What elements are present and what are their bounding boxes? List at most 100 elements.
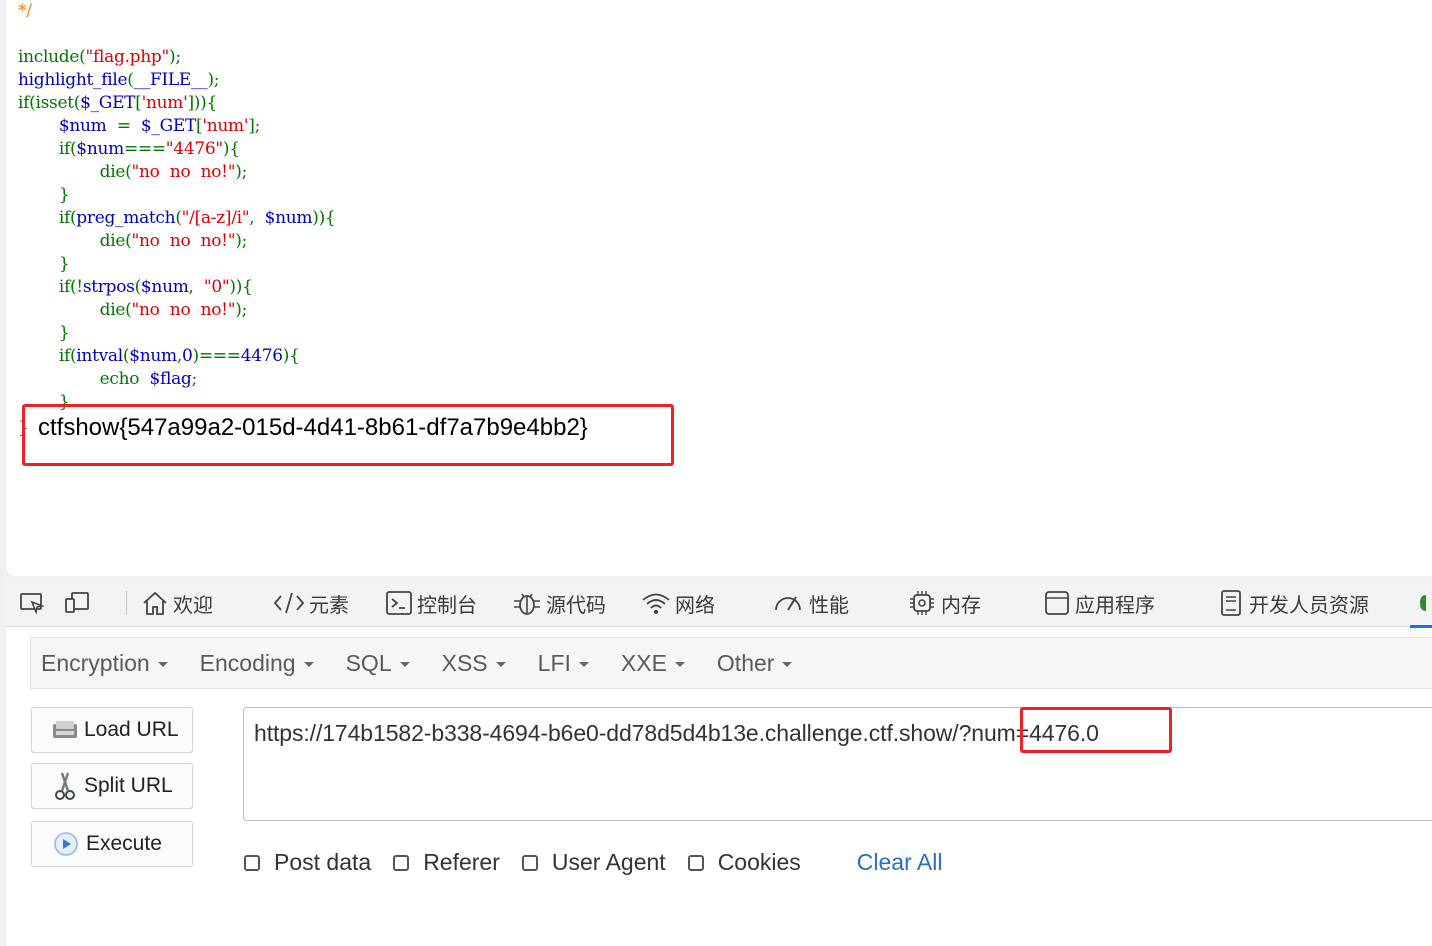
code-token: 'num' xyxy=(202,116,249,136)
menu-other[interactable]: Other xyxy=(717,650,793,677)
user-agent-checkbox[interactable]: User Agent xyxy=(521,849,666,876)
code-token: $num xyxy=(76,139,124,159)
code-token: if( xyxy=(18,139,77,159)
code-token: } xyxy=(18,323,70,343)
caret-down-icon xyxy=(399,661,410,667)
code-token: "4476" xyxy=(165,139,223,159)
tab-welcome[interactable]: 欢迎 xyxy=(140,587,213,619)
page-viewport: */ include("flag.php"); highlight_file(__… xyxy=(6,0,1432,576)
hackbar-menubar: Encryption Encoding SQL XSS LFI XXE Othe… xyxy=(30,637,1432,689)
bug-icon xyxy=(514,593,540,615)
url-value: https://174b1582-b338-4694-b6e0-dd78d5d4… xyxy=(254,720,1099,746)
caret-down-icon xyxy=(303,661,314,667)
code-line: if(intval($num,0)===4476){ xyxy=(18,345,335,368)
wifi-icon xyxy=(642,593,670,614)
inspect-element-icon[interactable] xyxy=(18,589,46,617)
code-token: )){ xyxy=(312,208,336,228)
menu-lfi[interactable]: LFI xyxy=(538,650,589,677)
tab-console[interactable]: 控制台 xyxy=(384,587,477,619)
caret-down-icon xyxy=(578,661,589,667)
code-token: include xyxy=(18,47,80,67)
code-token: "/[a-z]/i" xyxy=(181,208,250,228)
code-line: highlight_file(__FILE__); xyxy=(18,69,335,92)
referer-checkbox[interactable]: Referer xyxy=(393,849,500,876)
code-token: ); xyxy=(169,47,181,67)
code-token: $_GET xyxy=(80,93,136,113)
code-token: if(isset( xyxy=(18,93,81,113)
cookies-checkbox[interactable]: Cookies xyxy=(687,849,801,876)
code-token: ; xyxy=(191,369,198,389)
menu-xss[interactable]: XSS xyxy=(442,650,506,677)
tab-network[interactable]: 网络 xyxy=(640,587,715,619)
post-data-checkbox[interactable]: Post data xyxy=(244,849,371,876)
tab-application[interactable]: 应用程序 xyxy=(1042,587,1155,619)
tab-memory[interactable]: 内存 xyxy=(906,587,981,619)
code-token: = xyxy=(106,116,141,136)
code-token: if( xyxy=(18,208,77,228)
code-token: ); xyxy=(235,300,247,320)
menu-sql[interactable]: SQL xyxy=(346,650,410,677)
code-tag-icon xyxy=(273,592,305,614)
code-line: } xyxy=(18,253,335,276)
url-textarea[interactable]: https://174b1582-b338-4694-b6e0-dd78d5d4… xyxy=(243,707,1432,821)
menu-encoding[interactable]: Encoding xyxy=(200,650,314,677)
checkbox-icon[interactable] xyxy=(521,854,538,871)
code-token: "no no no!" xyxy=(131,300,236,320)
code-token: $num xyxy=(264,208,313,228)
menu-encryption[interactable]: Encryption xyxy=(41,650,168,677)
php-source-code: */ include("flag.php"); highlight_file(__… xyxy=(18,0,336,414)
code-token: "flag.php" xyxy=(85,47,169,67)
execute-button[interactable]: Execute xyxy=(31,821,193,867)
code-token: 4476 xyxy=(240,346,283,366)
code-line: include("flag.php"); xyxy=(18,46,335,69)
checkbox-icon[interactable] xyxy=(244,854,260,871)
device-emulation-icon[interactable] xyxy=(64,589,92,617)
code-token: === xyxy=(123,139,166,159)
code-token: if( xyxy=(18,346,77,366)
load-url-icon xyxy=(53,721,77,738)
clear-all-link[interactable]: Clear All xyxy=(857,849,943,876)
load-url-button[interactable]: Load URL xyxy=(31,707,193,753)
code-line: if(!strpos($num, "0")){ xyxy=(18,276,335,299)
code-token: */ xyxy=(18,1,32,21)
code-token: die( xyxy=(18,231,132,251)
caret-down-icon xyxy=(674,661,685,667)
scissors-icon xyxy=(55,772,75,800)
tab-performance[interactable]: 性能 xyxy=(772,587,849,619)
code-token: $flag xyxy=(149,369,192,389)
code-line: die("no no no!"); xyxy=(18,230,335,253)
code-token: , xyxy=(249,208,265,228)
tab-elements[interactable]: 元素 xyxy=(272,587,349,619)
code-token: , xyxy=(188,277,204,297)
code-line: die("no no no!"); xyxy=(18,161,335,184)
code-token: die( xyxy=(18,162,132,182)
code-token: die( xyxy=(18,300,132,320)
url-param-highlight-box xyxy=(1020,707,1172,753)
code-token: )){ xyxy=(229,277,253,297)
code-token: ){ xyxy=(222,139,240,159)
menu-xxe[interactable]: XXE xyxy=(621,650,685,677)
code-line: echo $flag; xyxy=(18,368,335,391)
code-token: 0 xyxy=(181,346,193,366)
document-icon xyxy=(1221,590,1241,616)
checkbox-icon[interactable] xyxy=(687,854,704,871)
tab-developer-resources[interactable]: 开发人员资源 xyxy=(1216,587,1369,619)
tab-sources[interactable]: 源代码 xyxy=(511,587,606,619)
code-line: */ xyxy=(18,0,335,23)
code-token: ); xyxy=(235,231,247,251)
hackbar-icon xyxy=(1420,595,1426,611)
code-token: )=== xyxy=(192,346,241,366)
code-token: } xyxy=(18,254,70,274)
code-token: 'num' xyxy=(141,93,188,113)
checkbox-icon[interactable] xyxy=(393,854,410,871)
code-token: } xyxy=(18,185,70,205)
code-line: if(isset($_GET['num'])){ xyxy=(18,92,335,115)
code-line: if($num==="4476"){ xyxy=(18,138,335,161)
tab-hackbar-active[interactable] xyxy=(1410,587,1432,628)
code-token: ){ xyxy=(282,346,300,366)
code-token: __FILE__ xyxy=(133,70,208,90)
split-url-button[interactable]: Split URL xyxy=(31,763,193,809)
code-line: } xyxy=(18,184,335,207)
